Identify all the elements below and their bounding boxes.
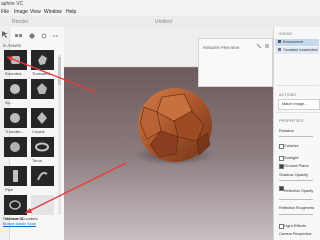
ground-plane-label: Ground Plane [284, 163, 309, 168]
reflection-opacity-label: Reflection Opacity [284, 189, 314, 193]
divider [276, 112, 319, 113]
rotation-label: Rotation [279, 128, 294, 133]
annotation-arrow-stock [24, 162, 127, 214]
reflection-roughness-label: Reflection Roughness [279, 206, 315, 210]
annotation-overlay [6, 56, 127, 214]
scene-item-environment[interactable]: Environment [275, 39, 319, 46]
light-effects-label: Light Effects [284, 223, 306, 228]
rotation-slider[interactable] [279, 136, 313, 137]
shadow-opacity-label: Shadow Opacity [279, 172, 309, 177]
colorize-label: Colorize [284, 143, 299, 148]
divider [276, 85, 319, 86]
scene-header: SCENE [279, 32, 293, 36]
sunlight-label: Sunlight [284, 155, 299, 160]
model-icon [278, 48, 281, 51]
actions-header: ACTIONS [279, 93, 296, 97]
annotation-arrow-toolbar [6, 56, 97, 93]
reflection-opacity-slider[interactable] [279, 199, 313, 200]
camera-perspective-label: Camera Perspective [279, 232, 312, 236]
environment-icon [278, 40, 281, 43]
properties-header: PROPERTIES [279, 119, 304, 123]
match-image-button[interactable]: Match Image... [278, 99, 320, 110]
scene-item-truncated-icosahedron[interactable]: Truncated Icosahedron [275, 47, 319, 54]
reflection-roughness-slider[interactable] [279, 214, 313, 215]
properties-sidebar: SCENE Environment Truncated Icosahedron … [273, 27, 320, 240]
shadow-opacity-slider[interactable] [279, 180, 313, 181]
